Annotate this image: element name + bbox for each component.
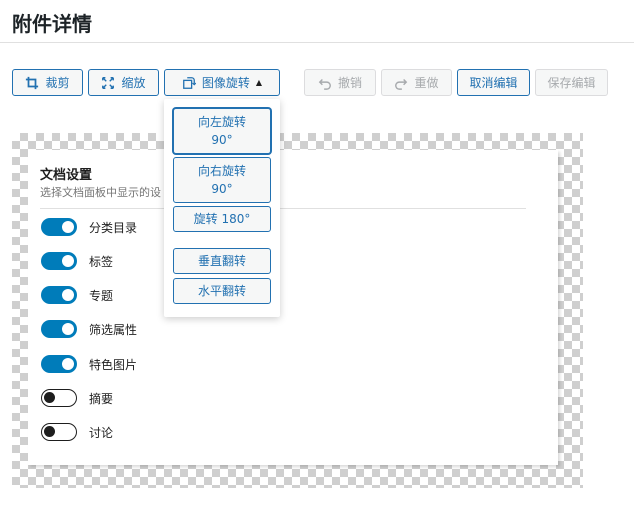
- header-divider: [0, 42, 634, 43]
- toggle-off-icon: [41, 389, 77, 407]
- cancel-edit-button[interactable]: 取消编辑: [457, 69, 530, 96]
- option-label: 分类目录: [89, 220, 138, 235]
- cancel-edit-label: 取消编辑: [469, 76, 518, 90]
- panel-heading: 文档设置: [40, 168, 93, 183]
- rotate-right-label: 向右旋转: [197, 164, 246, 178]
- rotate-right-degrees: 90°: [211, 182, 233, 196]
- rotate-left-label: 向左旋转: [197, 115, 246, 129]
- option-label: 标签: [89, 254, 114, 269]
- redo-button[interactable]: 重做: [381, 69, 452, 96]
- option-label: 讨论: [89, 425, 114, 440]
- rotate-icon: [183, 76, 196, 89]
- undo-icon: [318, 78, 331, 90]
- scale-icon: [102, 76, 115, 89]
- flip-horizontal-button[interactable]: 水平翻转: [173, 278, 271, 304]
- option-label: 筛选属性: [89, 322, 138, 337]
- rotate-180-button[interactable]: 旋转 180°: [173, 206, 271, 232]
- panel-description: 选择文档面板中显示的设: [40, 186, 161, 199]
- save-edit-label: 保存编辑: [547, 76, 596, 90]
- rotate-button[interactable]: 图像旋转 ▲: [164, 69, 280, 96]
- option-label: 摘要: [89, 391, 114, 406]
- option-row: 标签: [41, 251, 113, 271]
- preview-image-panel: 文档设置 选择文档面板中显示的设 分类目录 标签 专题 筛选属性 特色图片 摘要…: [28, 150, 558, 465]
- toggle-on-icon: [41, 252, 77, 270]
- rotate-left-degrees: 90°: [211, 133, 233, 147]
- undo-label: 撤销: [337, 76, 362, 90]
- save-edit-button[interactable]: 保存编辑: [535, 69, 608, 96]
- undo-button[interactable]: 撤销: [304, 69, 376, 96]
- scale-button[interactable]: 缩放: [88, 69, 159, 96]
- toggle-on-icon: [41, 320, 77, 338]
- option-label: 专题: [89, 288, 114, 303]
- crop-button[interactable]: 裁剪: [12, 69, 83, 96]
- toggle-off-icon: [41, 423, 77, 441]
- page-title: 附件详情: [12, 12, 92, 36]
- rotate-label: 图像旋转: [201, 76, 250, 90]
- toggle-on-icon: [41, 286, 77, 304]
- option-row: 筛选属性: [41, 319, 137, 339]
- crop-icon: [26, 76, 39, 89]
- crop-label: 裁剪: [45, 76, 70, 90]
- option-row: 分类目录: [41, 217, 137, 237]
- option-label: 特色图片: [89, 357, 138, 372]
- panel-divider: [40, 208, 526, 209]
- rotate-dropdown-menu: 向左旋转 90° 向右旋转 90° 旋转 180° 垂直翻转 水平翻转: [164, 99, 280, 317]
- option-row: 特色图片: [41, 354, 137, 374]
- caret-up-icon: ▲: [255, 78, 263, 87]
- option-row: 专题: [41, 285, 113, 305]
- redo-icon: [395, 78, 408, 90]
- toggle-on-icon: [41, 355, 77, 373]
- redo-label: 重做: [414, 76, 439, 90]
- option-row: 讨论: [41, 422, 113, 442]
- toggle-on-icon: [41, 218, 77, 236]
- flip-vertical-button[interactable]: 垂直翻转: [173, 248, 271, 274]
- rotate-left-button[interactable]: 向左旋转 90°: [173, 108, 271, 154]
- scale-label: 缩放: [121, 76, 146, 90]
- option-row: 摘要: [41, 388, 113, 408]
- rotate-right-button[interactable]: 向右旋转 90°: [173, 157, 271, 203]
